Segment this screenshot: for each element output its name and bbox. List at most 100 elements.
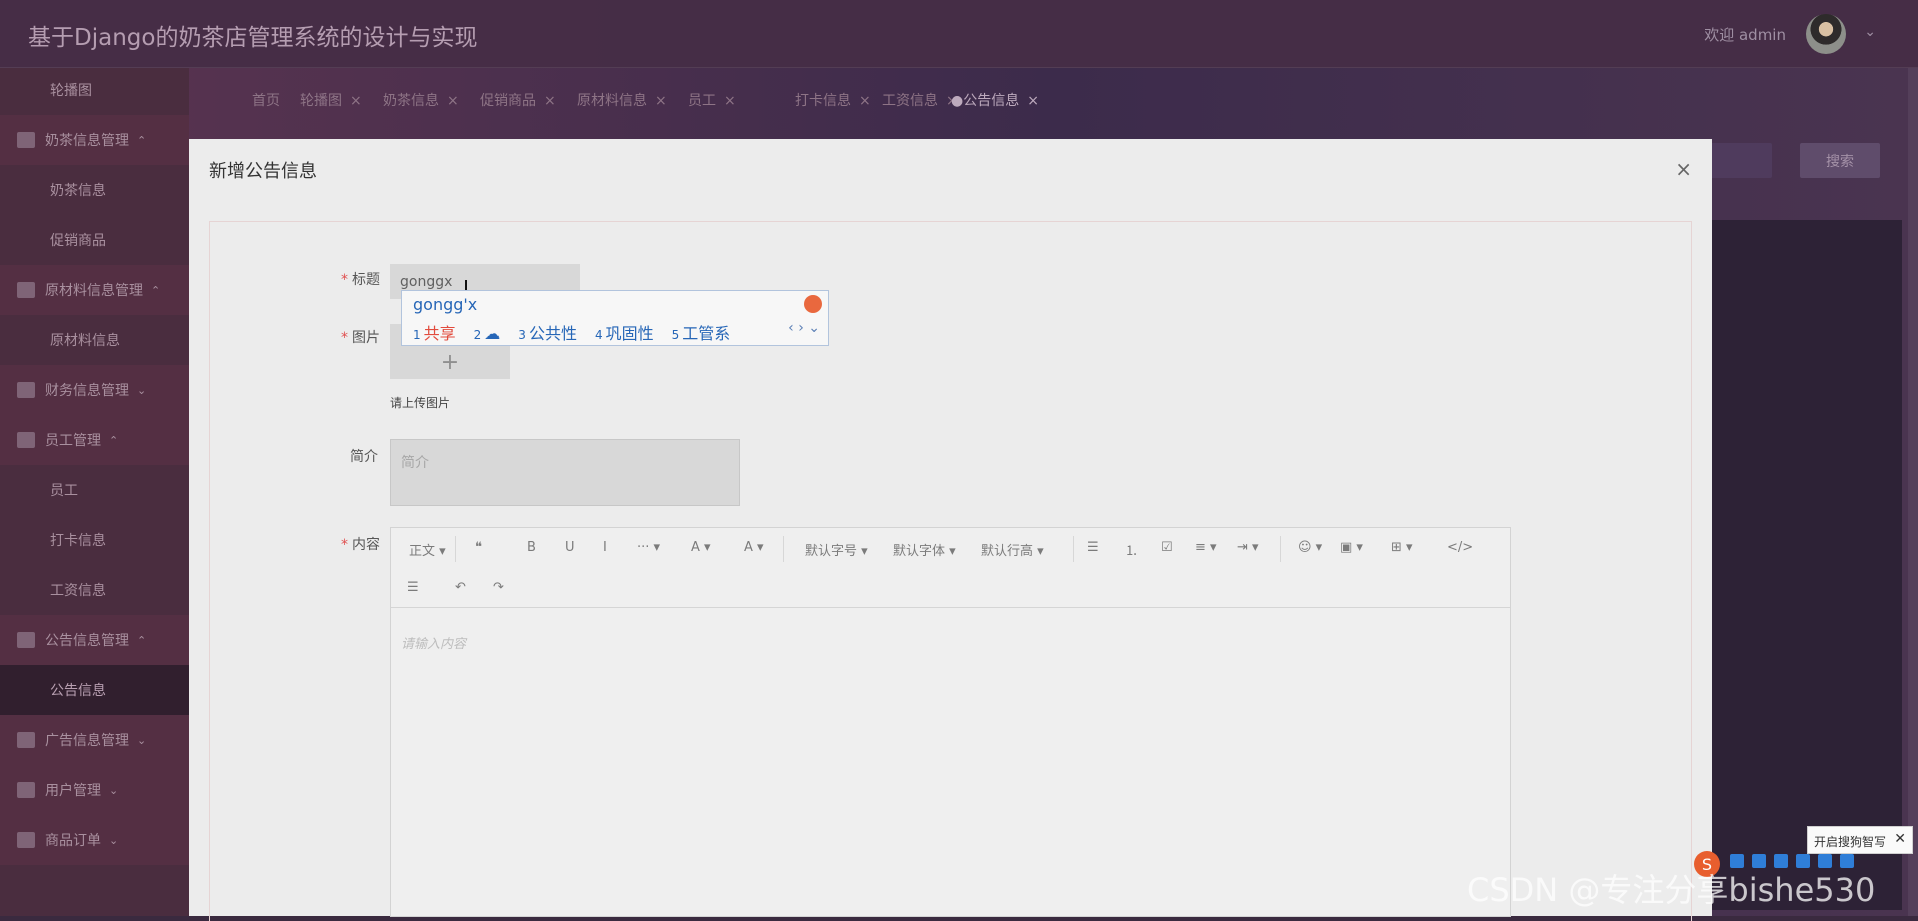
toolbar-separator [1280,536,1281,562]
sidebar-item-6[interactable]: 财务信息管理 ⌄ [0,365,189,415]
sidebar-item-15[interactable]: 商品订单 ⌄ [0,815,189,865]
toolbar-button-0[interactable]: 正文 ▾ [409,540,446,559]
toolbar-button-4[interactable]: I [603,540,607,555]
chevron-down-icon: ⌄ [137,733,147,747]
search-button[interactable]: 搜索 [1800,143,1880,178]
intro-textarea[interactable]: 简介 [390,439,740,506]
toolbar-button-13[interactable]: ☑ [1161,540,1173,555]
sidebar-item-label: 员工管理 [45,433,101,449]
tab-7[interactable]: 工资信息 × [882,90,958,110]
tab-1[interactable]: 轮播图 × [300,90,362,110]
tab-2[interactable]: 奶茶信息 × [383,90,459,110]
ime-candidate-text: 工管系 [682,324,731,343]
close-icon[interactable]: × [1675,157,1692,181]
toolbar-button-6[interactable]: A ▾ [691,540,711,555]
ime-input-text: gongg'x [413,295,478,314]
close-icon[interactable]: × [724,93,736,109]
sidebar-item-9[interactable]: 打卡信息 [0,515,189,565]
ime-candidate-number: 2 [473,328,482,342]
tab-label: 原材料信息 [577,93,647,109]
rich-text-editor[interactable]: 正文 ▾ ❝ B U I ··· ▾ A ▾ A ▾ 默认字号 ▾ 默认字体 ▾ 默认行高 ▾ ☰ ⒈ ☑… [390,527,1511,917]
sidebar-item-10[interactable]: 工资信息 [0,565,189,615]
sidebar-item-11[interactable]: 公告信息管理 ⌃ [0,615,189,665]
avatar[interactable] [1806,14,1846,54]
toolbar-button-row2-2[interactable]: ↷ [493,580,504,595]
sidebar-item-7[interactable]: 员工管理 ⌃ [0,415,189,465]
sidebar-item-4[interactable]: 原材料信息管理 ⌃ [0,265,189,315]
tab-4[interactable]: 原材料信息 × [577,90,667,110]
sidebar-item-label: 奶茶信息管理 [45,133,129,149]
toolbar-button-1[interactable]: ❝ [475,540,482,555]
ime-nav-icon[interactable]: ‹ › ⌄ [788,320,820,336]
tab-6[interactable]: 打卡信息 × [795,90,871,110]
sidebar-item-label: 商品订单 [45,833,101,849]
toolbar-button-10[interactable]: 默认行高 ▾ [981,540,1044,559]
chevron-down-icon[interactable]: ⌄ [1864,24,1876,40]
tab-0[interactable]: 首页 [252,90,280,110]
toolbar-button-17[interactable]: ▣ ▾ [1340,540,1363,555]
sidebar-item-label: 公告信息管理 [45,633,129,649]
modal-title: 新增公告信息 [209,161,317,182]
toolbar-button-18[interactable]: ⊞ ▾ [1391,540,1413,555]
close-icon[interactable]: × [544,93,556,109]
ime-candidate-1[interactable]: 2 ☁ [474,324,501,343]
ime-candidate-text: 共享 [423,324,456,343]
toolbar-button-8[interactable]: 默认字号 ▾ [805,540,868,559]
ime-candidate-2[interactable]: 3 公共性 [518,324,577,343]
ime-candidate-4[interactable]: 5 工管系 [672,324,731,343]
toolbar-button-16[interactable]: ☺ ▾ [1298,540,1322,555]
toolbar-button-15[interactable]: ⇥ ▾ [1237,540,1259,555]
sidebar-item-2[interactable]: 奶茶信息 [0,165,189,215]
tab-label: 首页 [252,93,280,109]
close-icon[interactable]: × [655,93,667,109]
sidebar-item-1[interactable]: 奶茶信息管理 ⌃ [0,115,189,165]
close-icon[interactable]: × [1027,93,1039,109]
toolbar-button-5[interactable]: ··· ▾ [637,540,660,555]
close-icon[interactable]: × [350,93,362,109]
sidebar-item-8[interactable]: 员工 [0,465,189,515]
ime-candidate-0[interactable]: 1 共享 [413,324,456,343]
toolbar-button-2[interactable]: B [527,540,536,555]
close-icon[interactable]: × [447,93,459,109]
sogou-hint-popup[interactable]: 开启搜狗智写 ✕ [1807,826,1913,854]
menu-icon [17,732,35,748]
welcome-text: 欢迎 admin [1704,26,1786,44]
tab-3[interactable]: 促销商品 × [480,90,556,110]
ime-candidate-window: gongg'x 1 共享 2 ☁ 3 公共性 4 巩固性 5 工管系 ‹ › ⌄ [401,290,829,346]
sidebar-item-13[interactable]: 广告信息管理 ⌄ [0,715,189,765]
tab-8[interactable]: ●公告信息 × [951,90,1039,110]
ime-candidate-number: 3 [518,328,526,342]
close-icon[interactable]: ✕ [1894,831,1906,847]
toolbar-button-row2-1[interactable]: ↶ [455,580,466,595]
image-label: * 图片 [341,330,380,346]
tab-label: ●公告信息 [951,93,1020,109]
ime-candidate-number: 5 [671,328,680,342]
upload-hint: 请上传图片 [390,396,451,410]
sidebar-item-12[interactable]: 公告信息 [0,665,189,715]
menu-icon [17,132,35,148]
ime-candidate-number: 1 [413,328,421,342]
sidebar-item-label: 原材料信息 [50,333,120,349]
toolbar-button-row2-0[interactable]: ☰ [407,580,419,595]
sidebar-item-0[interactable]: 轮播图 [0,65,189,115]
toolbar-button-19[interactable]: </> [1447,540,1473,555]
close-icon[interactable]: × [859,93,871,109]
ime-candidate-text: 公共性 [528,324,577,343]
sidebar-item-3[interactable]: 促销商品 [0,215,189,265]
tab-5[interactable]: 员工 × [688,90,736,110]
editor-placeholder: 请输入内容 [401,637,467,652]
toolbar-button-12[interactable]: ⒈ [1125,540,1138,559]
chevron-up-icon: ⌃ [109,433,119,447]
sidebar-item-5[interactable]: 原材料信息 [0,315,189,365]
toolbar-button-11[interactable]: ☰ [1087,540,1099,555]
toolbar-button-14[interactable]: ≡ ▾ [1195,540,1217,555]
sidebar-item-label: 轮播图 [50,83,92,99]
toolbar-button-9[interactable]: 默认字体 ▾ [893,540,956,559]
sidebar-item-14[interactable]: 用户管理 ⌄ [0,765,189,815]
ime-candidate-3[interactable]: 4 巩固性 [595,324,654,343]
ime-candidates: 1 共享 2 ☁ 3 公共性 4 巩固性 5 工管系 [413,320,748,344]
ime-candidate-text: 巩固性 [605,324,654,343]
toolbar-button-3[interactable]: U [565,540,575,555]
toolbar-button-7[interactable]: A ▾ [744,540,764,555]
scrollbar[interactable] [1908,68,1918,916]
